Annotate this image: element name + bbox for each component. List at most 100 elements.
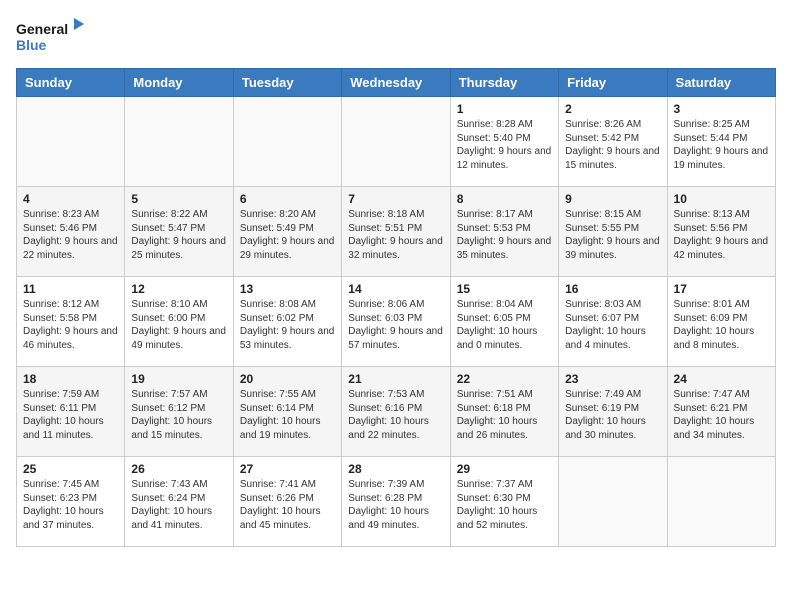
- calendar-cell: 19Sunrise: 7:57 AM Sunset: 6:12 PM Dayli…: [125, 367, 233, 457]
- day-number: 18: [23, 372, 118, 386]
- calendar-cell: 16 Sunrise: 8:03 AM Sunset: 6:07 PM Dayli…: [559, 277, 667, 367]
- calendar-cell: [667, 457, 775, 547]
- day-info: Sunrise: 8:23 AM Sunset: 5:46 PM Dayligh…: [23, 208, 118, 262]
- col-header-thursday: Thursday: [450, 69, 558, 97]
- day-info: Sunrise: 8:10 AM Sunset: 6:00 PM Dayligh…: [131, 298, 226, 352]
- calendar-week-0: 1 Sunrise: 8:28 AM Sunset: 5:40 PM Daylig…: [17, 97, 776, 187]
- calendar-cell: [233, 97, 341, 187]
- day-info: Sunrise: 8:15 AM Sunset: 5:55 PM Dayligh…: [565, 208, 660, 262]
- calendar-cell: 7 Sunrise: 8:18 AM Sunset: 5:51 PM Daylig…: [342, 187, 450, 277]
- calendar-cell: 2 Sunrise: 8:26 AM Sunset: 5:42 PM Daylig…: [559, 97, 667, 187]
- day-number: 16: [565, 282, 660, 296]
- day-number: 27: [240, 462, 335, 476]
- col-header-monday: Monday: [125, 69, 233, 97]
- day-info: Sunrise: 7:49 AM Sunset: 6:19 PM Dayligh…: [565, 388, 660, 442]
- day-number: 14: [348, 282, 443, 296]
- day-info: Sunrise: 8:17 AM Sunset: 5:53 PM Dayligh…: [457, 208, 552, 262]
- day-info: Sunrise: 7:45 AM Sunset: 6:23 PM Dayligh…: [23, 478, 118, 532]
- calendar-cell: 8 Sunrise: 8:17 AM Sunset: 5:53 PM Daylig…: [450, 187, 558, 277]
- day-number: 28: [348, 462, 443, 476]
- calendar-cell: 18 Sunrise: 7:59 AM Sunset: 6:11 PM Dayli…: [17, 367, 125, 457]
- day-number: 5: [131, 192, 226, 206]
- day-number: 21: [348, 372, 443, 386]
- day-number: 2: [565, 102, 660, 116]
- day-info: Sunrise: 8:13 AM Sunset: 5:56 PM Dayligh…: [674, 208, 769, 262]
- day-info: Sunrise: 7:53 AM Sunset: 6:16 PM Dayligh…: [348, 388, 443, 442]
- day-number: 24: [674, 372, 769, 386]
- calendar-cell: 17 Sunrise: 8:01 AM Sunset: 6:09 PM Dayli…: [667, 277, 775, 367]
- col-header-wednesday: Wednesday: [342, 69, 450, 97]
- calendar-cell: 6 Sunrise: 8:20 AM Sunset: 5:49 PM Daylig…: [233, 187, 341, 277]
- day-number: 8: [457, 192, 552, 206]
- calendar-cell: 25 Sunrise: 7:45 AM Sunset: 6:23 PM Dayli…: [17, 457, 125, 547]
- col-header-friday: Friday: [559, 69, 667, 97]
- day-number: 4: [23, 192, 118, 206]
- day-number: 6: [240, 192, 335, 206]
- day-number: 7: [348, 192, 443, 206]
- calendar-cell: 21 Sunrise: 7:53 AM Sunset: 6:16 PM Dayli…: [342, 367, 450, 457]
- calendar-cell: 14 Sunrise: 8:06 AM Sunset: 6:03 PM Dayli…: [342, 277, 450, 367]
- day-number: 10: [674, 192, 769, 206]
- day-info: Sunrise: 8:26 AM Sunset: 5:42 PM Dayligh…: [565, 118, 660, 172]
- day-info: Sunrise: 8:22 AM Sunset: 5:47 PM Dayligh…: [131, 208, 226, 262]
- day-info: Sunrise: 8:28 AM Sunset: 5:40 PM Dayligh…: [457, 118, 552, 172]
- day-info: Sunrise: 8:20 AM Sunset: 5:49 PM Dayligh…: [240, 208, 335, 262]
- calendar-cell: 9 Sunrise: 8:15 AM Sunset: 5:55 PM Daylig…: [559, 187, 667, 277]
- day-info: Sunrise: 7:59 AM Sunset: 6:11 PM Dayligh…: [23, 388, 118, 442]
- calendar-cell: 13 Sunrise: 8:08 AM Sunset: 6:02 PM Dayli…: [233, 277, 341, 367]
- calendar-cell: [125, 97, 233, 187]
- day-info: Sunrise: 7:55 AM Sunset: 6:14 PM Dayligh…: [240, 388, 335, 442]
- calendar-week-3: 18 Sunrise: 7:59 AM Sunset: 6:11 PM Dayli…: [17, 367, 776, 457]
- calendar-cell: 3Sunrise: 8:25 AM Sunset: 5:44 PM Daylig…: [667, 97, 775, 187]
- svg-text:Blue: Blue: [16, 37, 47, 53]
- calendar-table: SundayMondayTuesdayWednesdayThursdayFrid…: [16, 68, 776, 547]
- page-header: General Blue: [16, 16, 776, 56]
- day-number: 15: [457, 282, 552, 296]
- calendar-cell: 29 Sunrise: 7:37 AM Sunset: 6:30 PM Dayli…: [450, 457, 558, 547]
- day-number: 1: [457, 102, 552, 116]
- day-info: Sunrise: 8:18 AM Sunset: 5:51 PM Dayligh…: [348, 208, 443, 262]
- day-number: 22: [457, 372, 552, 386]
- day-number: 13: [240, 282, 335, 296]
- calendar-week-4: 25 Sunrise: 7:45 AM Sunset: 6:23 PM Dayli…: [17, 457, 776, 547]
- day-info: Sunrise: 8:12 AM Sunset: 5:58 PM Dayligh…: [23, 298, 118, 352]
- day-number: 3: [674, 102, 769, 116]
- calendar-cell: 28 Sunrise: 7:39 AM Sunset: 6:28 PM Dayli…: [342, 457, 450, 547]
- day-info: Sunrise: 7:51 AM Sunset: 6:18 PM Dayligh…: [457, 388, 552, 442]
- day-number: 12: [131, 282, 226, 296]
- day-number: 23: [565, 372, 660, 386]
- day-info: Sunrise: 7:43 AM Sunset: 6:24 PM Dayligh…: [131, 478, 226, 532]
- day-info: Sunrise: 8:06 AM Sunset: 6:03 PM Dayligh…: [348, 298, 443, 352]
- day-info: Sunrise: 8:01 AM Sunset: 6:09 PM Dayligh…: [674, 298, 769, 352]
- col-header-sunday: Sunday: [17, 69, 125, 97]
- calendar-cell: 15Sunrise: 8:04 AM Sunset: 6:05 PM Dayli…: [450, 277, 558, 367]
- calendar-cell: [342, 97, 450, 187]
- day-info: Sunrise: 7:41 AM Sunset: 6:26 PM Dayligh…: [240, 478, 335, 532]
- day-info: Sunrise: 8:08 AM Sunset: 6:02 PM Dayligh…: [240, 298, 335, 352]
- calendar-cell: 4 Sunrise: 8:23 AM Sunset: 5:46 PM Daylig…: [17, 187, 125, 277]
- day-info: Sunrise: 7:39 AM Sunset: 6:28 PM Dayligh…: [348, 478, 443, 532]
- day-number: 17: [674, 282, 769, 296]
- col-header-tuesday: Tuesday: [233, 69, 341, 97]
- col-header-saturday: Saturday: [667, 69, 775, 97]
- calendar-cell: [17, 97, 125, 187]
- calendar-cell: 27 Sunrise: 7:41 AM Sunset: 6:26 PM Dayli…: [233, 457, 341, 547]
- calendar-week-1: 4 Sunrise: 8:23 AM Sunset: 5:46 PM Daylig…: [17, 187, 776, 277]
- calendar-cell: 24Sunrise: 7:47 AM Sunset: 6:21 PM Dayli…: [667, 367, 775, 457]
- calendar-cell: 1 Sunrise: 8:28 AM Sunset: 5:40 PM Daylig…: [450, 97, 558, 187]
- logo: General Blue: [16, 16, 86, 56]
- day-info: Sunrise: 8:03 AM Sunset: 6:07 PM Dayligh…: [565, 298, 660, 352]
- calendar-cell: [559, 457, 667, 547]
- calendar-cell: 11Sunrise: 8:12 AM Sunset: 5:58 PM Dayli…: [17, 277, 125, 367]
- day-number: 25: [23, 462, 118, 476]
- day-info: Sunrise: 7:37 AM Sunset: 6:30 PM Dayligh…: [457, 478, 552, 532]
- calendar-week-2: 11Sunrise: 8:12 AM Sunset: 5:58 PM Dayli…: [17, 277, 776, 367]
- calendar-cell: 26Sunrise: 7:43 AM Sunset: 6:24 PM Dayli…: [125, 457, 233, 547]
- calendar-cell: 23 Sunrise: 7:49 AM Sunset: 6:19 PM Dayli…: [559, 367, 667, 457]
- day-number: 9: [565, 192, 660, 206]
- day-number: 29: [457, 462, 552, 476]
- logo-svg: General Blue: [16, 16, 86, 56]
- calendar-cell: 5 Sunrise: 8:22 AM Sunset: 5:47 PM Daylig…: [125, 187, 233, 277]
- day-number: 19: [131, 372, 226, 386]
- calendar-cell: 22 Sunrise: 7:51 AM Sunset: 6:18 PM Dayli…: [450, 367, 558, 457]
